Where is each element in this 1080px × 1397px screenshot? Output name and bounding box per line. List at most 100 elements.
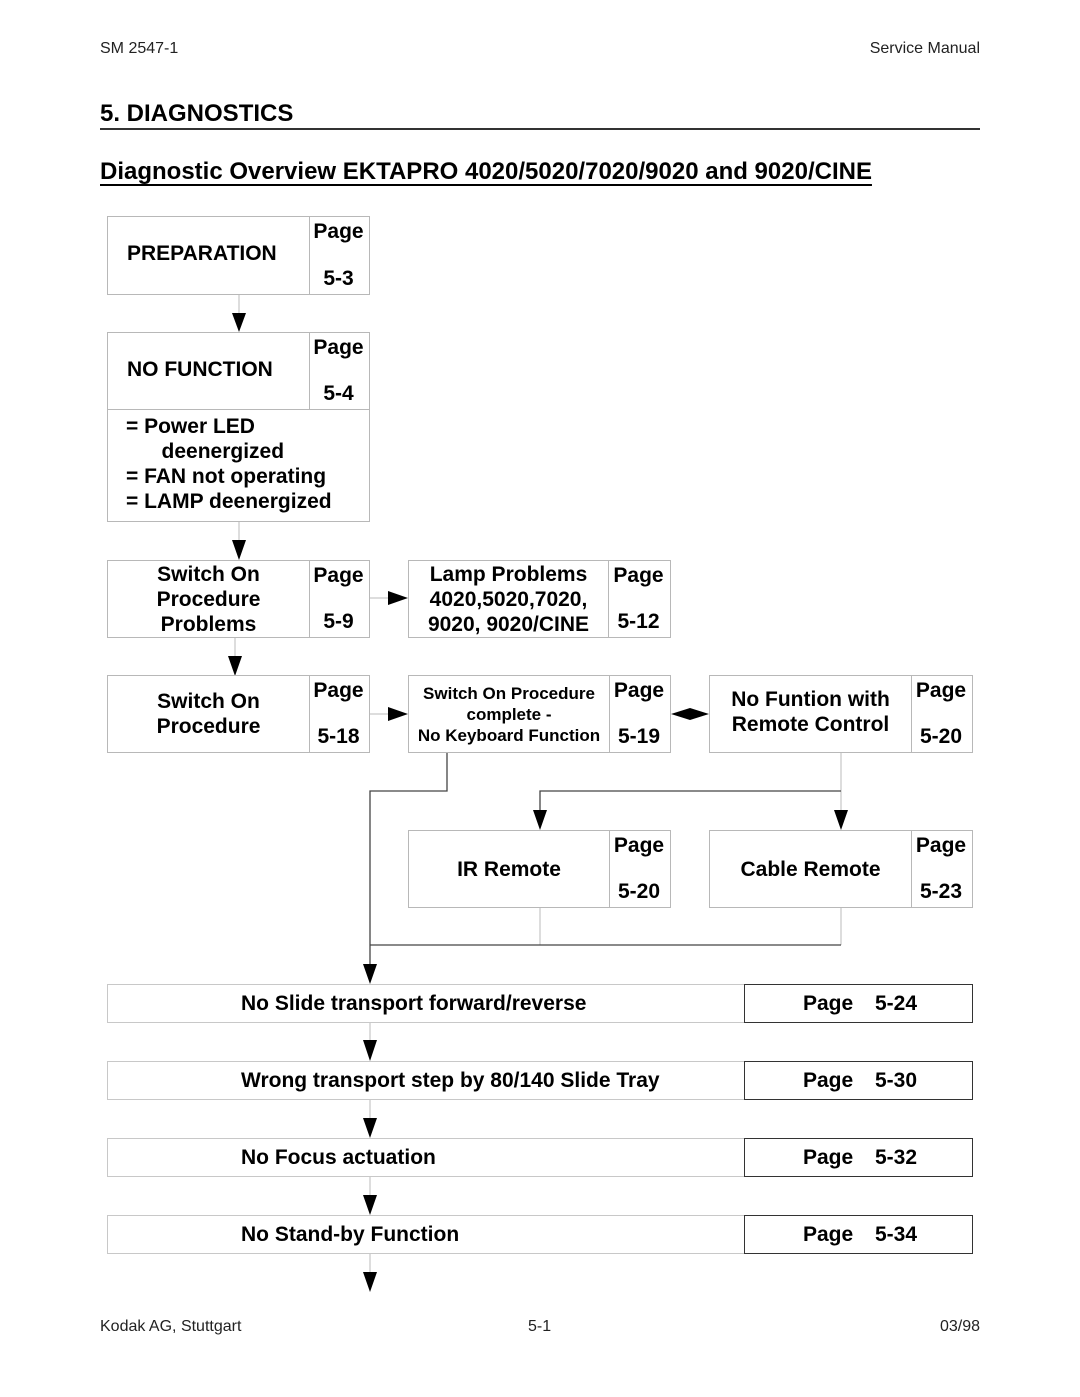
box-label: Lamp Problems 4020,5020,7020, 9020, 9020… (409, 561, 609, 637)
page-value: 5-23 (919, 880, 963, 903)
box-label: Switch On Procedure Problems (108, 561, 310, 637)
symptom-item: deenergized (144, 440, 285, 463)
arrow-down-icon (232, 313, 246, 332)
box-ir-remote[interactable]: IR Remote Page 5-20 (408, 830, 671, 908)
label-line: Switch On (157, 690, 260, 713)
box-label: NO FUNCTION (108, 333, 310, 409)
footer-company: Kodak AG, Stuttgart (100, 1318, 242, 1335)
arrow-down-icon (228, 656, 242, 676)
page-value: 5-24 (875, 992, 918, 1015)
footer-date: 03/98 (939, 1318, 980, 1335)
page-label: Page (915, 834, 967, 857)
page-ref: Page 5-4 (308, 333, 369, 409)
box-switch-on-problems[interactable]: Switch On Procedure Problems Page 5-9 (107, 560, 370, 638)
step-row-transport-step[interactable]: Wrong transport step by 80/140 Slide Tra… (107, 1061, 745, 1100)
page-value: 5-20 (617, 880, 661, 903)
step-label: No Stand-by Function (241, 1223, 460, 1246)
page-ref: Page 5-19 (608, 676, 670, 752)
label-line: 9020, 9020/CINE (427, 612, 590, 636)
label-line: No Keyboard Function (417, 725, 601, 745)
arrow-right-icon (388, 707, 408, 721)
step-page-ref: Page 5-24 (744, 984, 973, 1023)
box-no-keyboard-function[interactable]: Switch On Procedure complete - No Keyboa… (408, 675, 671, 753)
page-value: 5-18 (317, 725, 360, 748)
page-label: Page (313, 336, 364, 359)
page-label: Page (803, 1069, 854, 1092)
no-function-symptoms: = Power LED deenergized = FAN not operat… (107, 409, 370, 522)
symptom-item: = Power LED (126, 415, 255, 438)
step-row-slide-transport[interactable]: No Slide transport forward/reverse (107, 984, 745, 1023)
label-line: Switch On (157, 562, 260, 586)
label-line: Procedure (156, 715, 261, 738)
page-ref: Page 5-9 (308, 561, 369, 637)
page-value: 5-9 (323, 610, 354, 633)
page-label: Page (915, 679, 967, 702)
step-row-standby[interactable]: No Stand-by Function (107, 1215, 745, 1254)
arrow-down-icon (834, 810, 848, 830)
box-preparation[interactable]: PREPARATION Page 5-3 (107, 216, 370, 295)
label-line: Lamp Problems (429, 562, 588, 586)
page-value: 5-32 (875, 1146, 918, 1169)
step-row-focus[interactable]: No Focus actuation (107, 1138, 745, 1177)
page-value: 5-20 (919, 725, 963, 748)
page-value: 5-3 (323, 267, 354, 290)
footer-page-number: 5-1 (528, 1318, 552, 1335)
box-no-remote-function[interactable]: No Funtion with Remote Control Page 5-20 (709, 675, 973, 753)
page-value: 5-34 (875, 1223, 918, 1246)
symptom-item: = FAN not operating (126, 465, 327, 488)
page-label: Page (313, 220, 364, 243)
double-arrow-icon (671, 708, 709, 720)
page-value: 5-30 (875, 1069, 918, 1092)
page-ref: Page 5-23 (910, 831, 972, 907)
box-no-function[interactable]: NO FUNCTION Page 5-4 (107, 332, 370, 410)
arrow-right-icon (388, 591, 408, 605)
box-label: Cable Remote (710, 831, 912, 907)
label-line: 4020,5020,7020, (429, 587, 588, 611)
page-label: Page (613, 834, 665, 857)
label-line: Switch On Procedure (423, 683, 595, 703)
page-value: 5-19 (617, 725, 661, 748)
label-line: Remote Control (731, 713, 890, 736)
symptom-item: = LAMP deenergized (126, 490, 332, 513)
connector-remote-ir (539, 790, 841, 812)
box-cable-remote[interactable]: Cable Remote Page 5-23 (709, 830, 973, 908)
label-line: Problems (160, 612, 257, 636)
box-label: No Funtion with Remote Control (710, 676, 912, 752)
arrow-down-icon (363, 1118, 377, 1138)
label-line: No Funtion with (731, 688, 890, 711)
step-page-ref: Page 5-34 (744, 1215, 973, 1254)
label-line: Procedure (156, 587, 261, 611)
page-label: Page (313, 564, 364, 587)
step-page-ref: Page 5-30 (744, 1061, 973, 1100)
arrow-down-icon (533, 810, 547, 830)
page-ref: Page 5-20 (608, 831, 670, 907)
step-page-ref: Page 5-32 (744, 1138, 973, 1177)
arrow-down-icon (363, 1195, 377, 1215)
box-lamp-problems[interactable]: Lamp Problems 4020,5020,7020, 9020, 9020… (408, 560, 671, 638)
box-label: PREPARATION (108, 217, 310, 294)
arrow-down-icon (232, 540, 246, 560)
step-label: No Focus actuation (241, 1146, 436, 1169)
arrow-down-icon (363, 1040, 377, 1061)
step-label: No Slide transport forward/reverse (241, 992, 587, 1015)
step-label: Wrong transport step by 80/140 Slide Tra… (241, 1069, 660, 1092)
page-value: 5-4 (323, 382, 354, 405)
page-label: Page (313, 679, 364, 702)
arrow-down-icon (363, 964, 377, 984)
page-value: 5-12 (617, 610, 660, 633)
box-switch-on-procedure[interactable]: Switch On Procedure Page 5-18 (107, 675, 370, 753)
page-label: Page (803, 1146, 854, 1169)
box-label: Switch On Procedure (108, 676, 310, 752)
page-label: Page (613, 679, 665, 702)
arrow-down-icon (363, 1272, 377, 1292)
page-ref: Page 5-20 (910, 676, 972, 752)
page-ref: Page 5-12 (607, 561, 670, 637)
page-ref: Page 5-3 (308, 217, 369, 294)
page-label: Page (803, 1223, 854, 1246)
box-label: Switch On Procedure complete - No Keyboa… (409, 676, 610, 752)
page-label: Page (803, 992, 854, 1015)
page-ref: Page 5-18 (308, 676, 369, 752)
label-line: complete - (466, 704, 552, 724)
box-label: IR Remote (409, 831, 610, 907)
page-label: Page (613, 564, 664, 587)
